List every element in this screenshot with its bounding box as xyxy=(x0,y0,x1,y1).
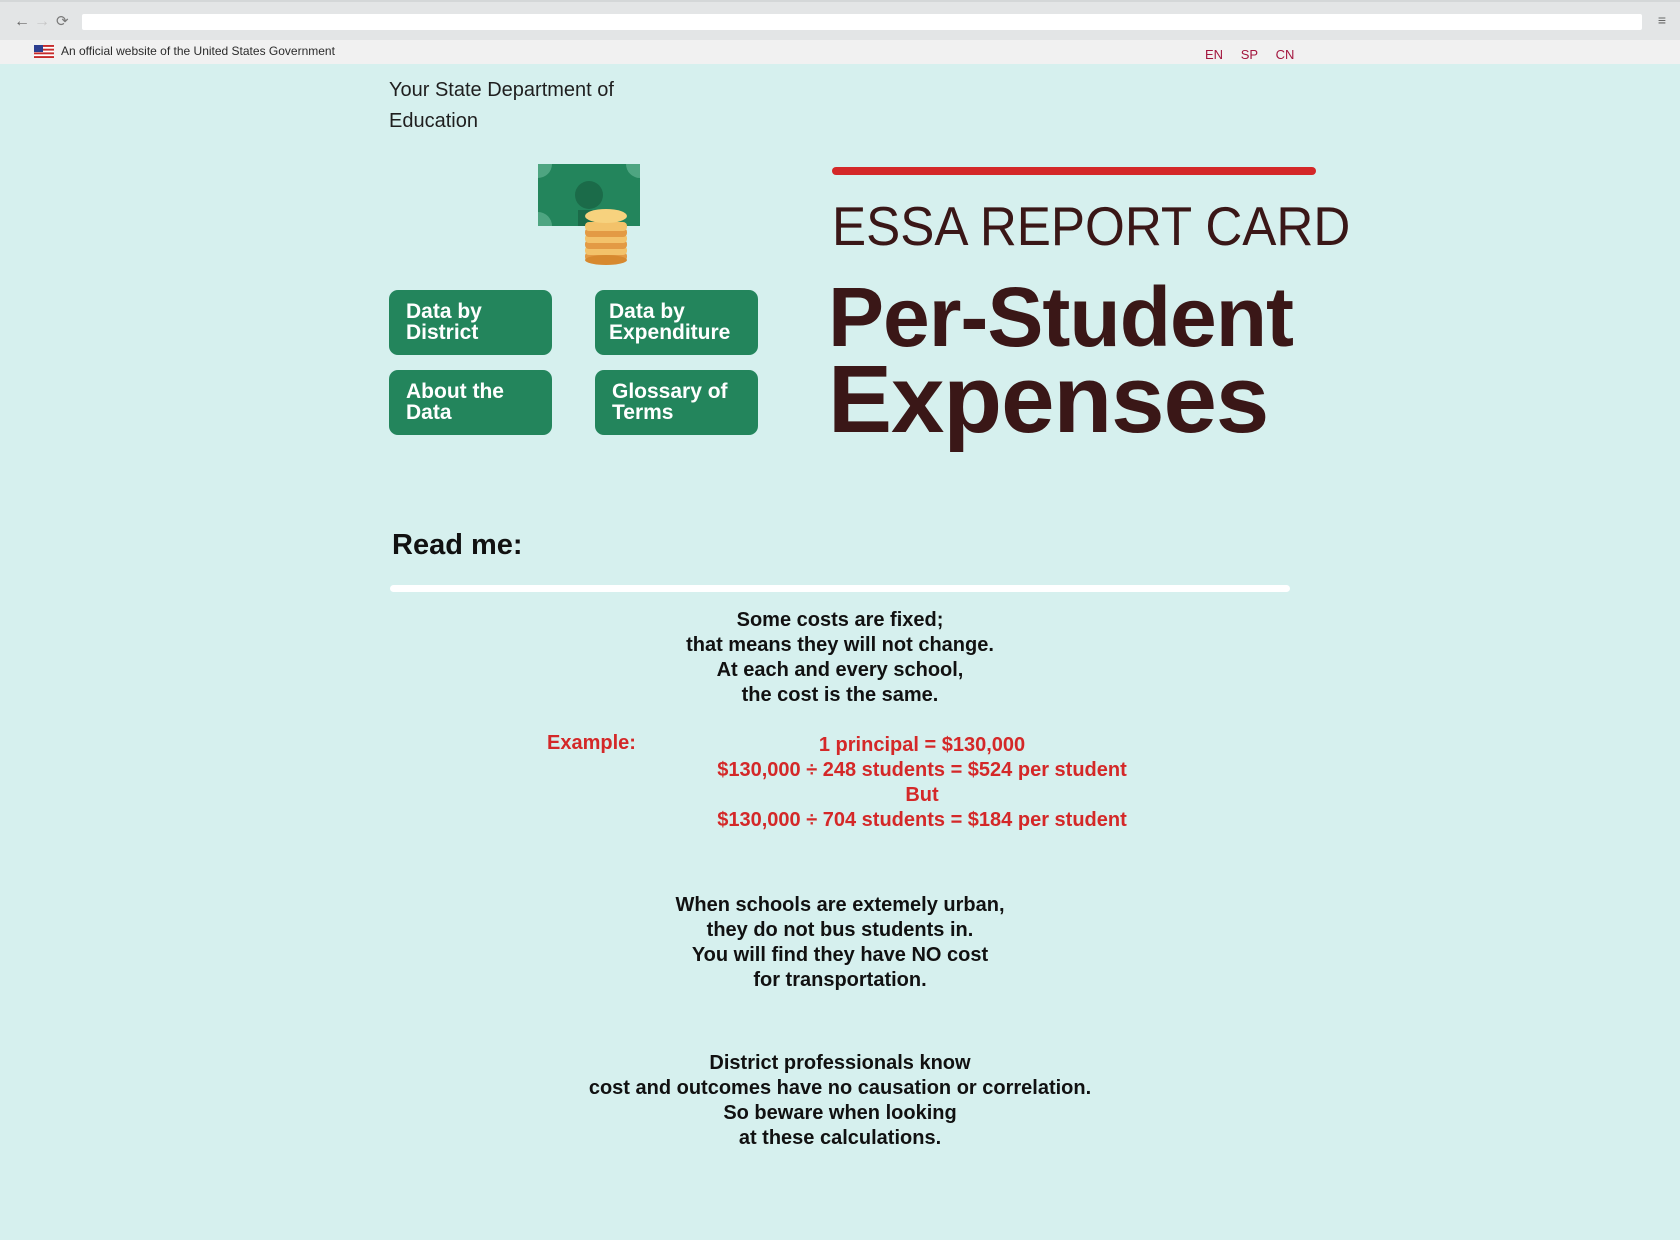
caution-paragraph: District professionals know cost and out… xyxy=(440,1051,1240,1151)
browser-toolbar: ← → ⟳ ≡ xyxy=(0,0,1680,40)
forward-arrow-icon[interactable]: → xyxy=(34,12,50,32)
text-line: So beware when looking xyxy=(723,1102,957,1124)
address-bar[interactable] xyxy=(82,14,1642,30)
department-name: Your State Department of Education xyxy=(389,79,614,132)
section-divider xyxy=(390,585,1290,592)
urban-transport-paragraph: When schools are extemely urban, they do… xyxy=(440,893,1240,993)
text-line: District professionals know xyxy=(709,1052,971,1074)
text-line: 1 principal = $130,000 xyxy=(818,734,1026,756)
money-coins-icon xyxy=(538,164,640,265)
lang-en-link[interactable]: EN xyxy=(1205,47,1223,62)
lang-sp-link[interactable]: SP xyxy=(1241,47,1258,62)
about-the-data-button[interactable]: About the Data xyxy=(389,370,552,435)
data-by-district-button[interactable]: Data by District xyxy=(389,290,552,355)
text-line: that means they will not change. xyxy=(686,634,994,656)
text-line: At each and every school, xyxy=(716,659,964,681)
menu-icon[interactable]: ≡ xyxy=(1658,12,1666,28)
text-line: You will find they have NO cost xyxy=(691,944,989,966)
text-line: $130,000 ÷ 704 students = $184 per stude… xyxy=(717,809,1127,831)
gov-banner-text: An official website of the United States… xyxy=(61,44,335,58)
text-line: cost and outcomes have no causation or c… xyxy=(588,1077,1092,1099)
text-line: they do not bus students in. xyxy=(706,919,974,941)
text-line: $130,000 ÷ 248 students = $524 per stude… xyxy=(717,759,1127,781)
title-accent-rule xyxy=(832,167,1316,175)
data-by-expenditure-button[interactable]: Data by Expenditure xyxy=(595,290,758,355)
glossary-of-terms-button[interactable]: Glossary of Terms xyxy=(595,370,758,435)
text-line: at these calculations. xyxy=(738,1127,942,1149)
page-title: Per-Student Expenses xyxy=(828,270,1294,453)
text-line: When schools are extemely urban, xyxy=(675,894,1005,916)
readme-heading: Read me: xyxy=(392,529,523,561)
report-card-label: ESSA REPORT CARD xyxy=(832,195,1351,257)
language-switcher: EN SP CN xyxy=(1205,47,1308,62)
fixed-costs-paragraph: Some costs are fixed; that means they wi… xyxy=(440,608,1240,708)
back-arrow-icon[interactable]: ← xyxy=(14,12,30,32)
page-title-line-2: Expenses xyxy=(828,346,1269,453)
reload-icon[interactable]: ⟳ xyxy=(56,12,69,32)
lang-cn-link[interactable]: CN xyxy=(1276,47,1295,62)
text-line: for transportation. xyxy=(753,969,927,991)
gov-banner: An official website of the United States… xyxy=(0,40,1680,64)
us-flag-icon xyxy=(34,45,54,58)
text-line: the cost is the same. xyxy=(741,684,939,706)
page-title-line-1: Per-Student xyxy=(828,270,1294,364)
text-line: Some costs are fixed; xyxy=(736,609,944,631)
text-line: But xyxy=(905,784,939,806)
example-calculation: 1 principal = $130,000 $130,000 ÷ 248 st… xyxy=(622,733,1222,833)
